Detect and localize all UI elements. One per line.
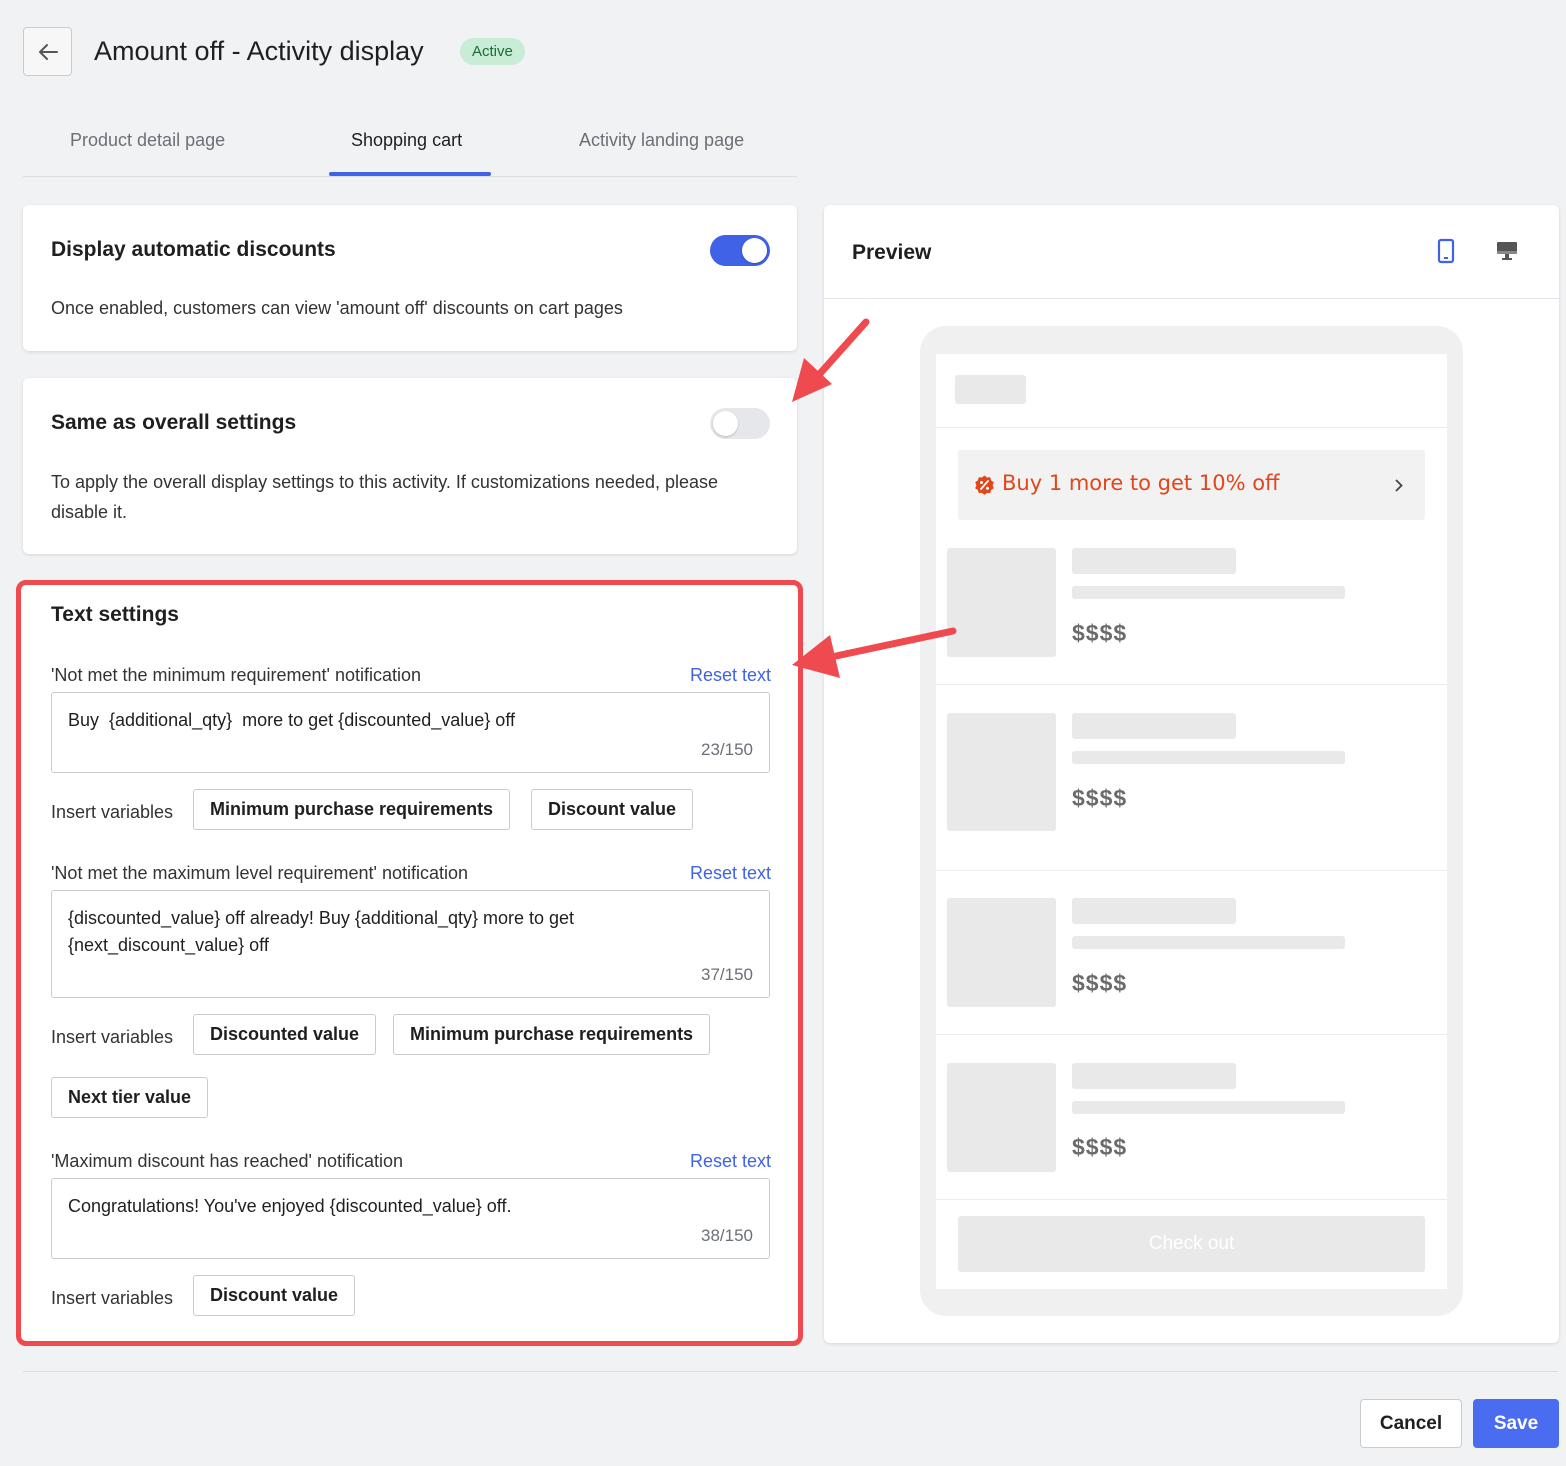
divider <box>936 1199 1447 1200</box>
item-price: $$$$ <box>1072 620 1128 646</box>
not-met-max-textarea[interactable]: {discounted_value} off already! Buy {add… <box>51 890 770 998</box>
tab-product-detail-page[interactable]: Product detail page <box>70 130 225 151</box>
preview-card: Preview Buy 1 more to get 10% off $$$$ $… <box>824 205 1559 1343</box>
same-as-overall-card: Same as overall settings To apply the ov… <box>23 378 797 554</box>
promo-text: Buy 1 more to get 10% off <box>1002 471 1280 495</box>
header-placeholder <box>955 375 1026 404</box>
insert-discounted-value-button[interactable]: Discounted value <box>193 1014 377 1055</box>
item-title-placeholder <box>1072 898 1236 924</box>
insert-variables-label: Insert variables <box>51 1027 174 1047</box>
text-settings-card: Text settings 'Not met the minimum requi… <box>16 580 803 1346</box>
promo-banner[interactable]: Buy 1 more to get 10% off <box>958 450 1425 520</box>
textarea-value: Buy {additional_qty} more to get {discou… <box>68 710 515 730</box>
tab-activity-landing-page[interactable]: Activity landing page <box>579 130 744 151</box>
not-met-max-label: 'Not met the maximum level requirement' … <box>51 863 469 883</box>
insert-discount-value-button[interactable]: Discount value <box>193 1275 356 1316</box>
discount-badge-icon <box>975 475 994 495</box>
item-subtitle-placeholder <box>1072 1101 1345 1114</box>
active-tab-indicator <box>329 172 491 176</box>
cancel-button[interactable]: Cancel <box>1360 1399 1462 1448</box>
char-count: 23/150 <box>701 740 753 759</box>
tab-bar: Product detail page Shopping cart Activi… <box>23 110 797 177</box>
preview-title: Preview <box>852 241 932 264</box>
item-subtitle-placeholder <box>1072 936 1345 949</box>
page-title: Amount off - Activity display <box>94 36 424 66</box>
save-button[interactable]: Save <box>1473 1399 1559 1448</box>
insert-variables-label: Insert variables <box>51 1288 174 1308</box>
not-met-min-textarea[interactable]: Buy {additional_qty} more to get {discou… <box>51 692 770 773</box>
char-count: 38/150 <box>701 1226 753 1245</box>
char-count: 37/150 <box>701 965 753 984</box>
phone-frame: Buy 1 more to get 10% off $$$$ $$$$ $$$$ <box>920 326 1463 1316</box>
divider <box>936 1034 1447 1035</box>
item-title-placeholder <box>1072 713 1236 739</box>
textarea-value: {discounted_value} off already! Buy {add… <box>68 908 575 955</box>
item-price: $$$$ <box>1072 970 1128 996</box>
preview-header-divider <box>824 298 1559 299</box>
item-subtitle-placeholder <box>1072 751 1345 764</box>
cart-preview: Buy 1 more to get 10% off $$$$ $$$$ $$$$ <box>936 354 1447 1289</box>
insert-next-tier-value-button[interactable]: Next tier value <box>51 1077 209 1118</box>
mobile-icon[interactable] <box>1436 238 1456 264</box>
tab-shopping-cart[interactable]: Shopping cart <box>351 130 462 151</box>
not-met-min-label: 'Not met the minimum requirement' notifi… <box>51 665 422 685</box>
max-reached-label: 'Maximum discount has reached' notificat… <box>51 1151 404 1171</box>
max-reached-textarea[interactable]: Congratulations! You've enjoyed {discoun… <box>51 1178 770 1259</box>
item-title-placeholder <box>1072 548 1236 574</box>
item-price: $$$$ <box>1072 785 1128 811</box>
footer-divider <box>23 1371 1558 1372</box>
arrow-left-icon <box>38 43 58 60</box>
item-subtitle-placeholder <box>1072 586 1345 599</box>
chevron-right-icon <box>1395 479 1403 492</box>
toggle-knob <box>742 238 767 263</box>
divider <box>936 870 1447 871</box>
display-discounts-card: Display automatic discounts Once enabled… <box>23 205 797 351</box>
item-image-placeholder <box>947 548 1056 657</box>
insert-discount-value-button[interactable]: Discount value <box>531 789 694 830</box>
reset-text-link[interactable]: Reset text <box>690 1151 771 1172</box>
display-discounts-toggle[interactable] <box>710 235 770 266</box>
same-as-overall-description: To apply the overall display settings to… <box>51 472 719 522</box>
reset-text-link[interactable]: Reset text <box>690 665 771 686</box>
toggle-knob <box>713 411 738 436</box>
item-price: $$$$ <box>1072 1134 1128 1160</box>
divider <box>936 427 1447 428</box>
textarea-value: Congratulations! You've enjoyed {discoun… <box>68 1196 512 1216</box>
same-as-overall-toggle[interactable] <box>710 408 770 439</box>
item-image-placeholder <box>947 1063 1056 1172</box>
desktop-icon[interactable] <box>1495 240 1519 262</box>
item-image-placeholder <box>947 713 1056 831</box>
checkout-button[interactable]: Check out <box>958 1216 1425 1272</box>
item-title-placeholder <box>1072 1063 1236 1089</box>
status-badge: Active <box>460 38 525 65</box>
item-image-placeholder <box>947 898 1056 1007</box>
text-settings-title: Text settings <box>51 603 179 626</box>
same-as-overall-title: Same as overall settings <box>51 411 297 434</box>
insert-min-purchase-button[interactable]: Minimum purchase requirements <box>393 1014 711 1055</box>
display-discounts-title: Display automatic discounts <box>51 238 336 261</box>
insert-variables-label: Insert variables <box>51 802 174 822</box>
divider <box>936 684 1447 685</box>
reset-text-link[interactable]: Reset text <box>690 863 771 884</box>
back-button[interactable] <box>23 27 72 76</box>
insert-min-purchase-button[interactable]: Minimum purchase requirements <box>193 789 511 830</box>
display-discounts-description: Once enabled, customers can view 'amount… <box>51 298 623 318</box>
